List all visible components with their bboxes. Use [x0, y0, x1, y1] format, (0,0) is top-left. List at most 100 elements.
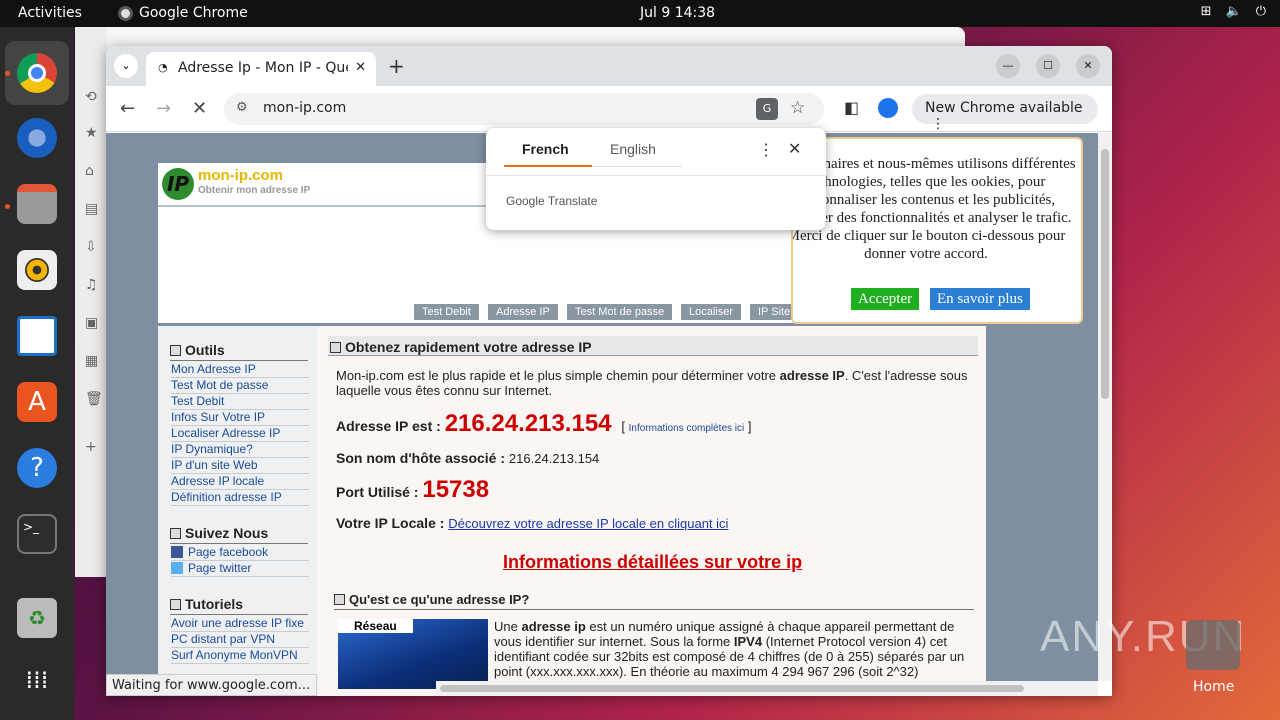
divider — [334, 609, 974, 610]
link-pc-distant-vpn[interactable]: PC distant par VPN — [171, 632, 309, 648]
app-center-icon: A — [17, 382, 57, 422]
link-surf-anonyme[interactable]: Surf Anonyme MonVPN — [171, 648, 309, 664]
ip-row: Adresse IP est : 216.24.213.154 [ Inform… — [336, 410, 752, 437]
home-icon: ⌂ — [85, 163, 94, 179]
app-menu[interactable]: Google Chrome — [118, 5, 248, 21]
link-ip-site-web[interactable]: IP d'un site Web — [171, 458, 309, 474]
dock-chrome[interactable] — [5, 41, 69, 105]
url-text[interactable]: mon-ip.com — [263, 100, 346, 116]
menu-test-debit[interactable]: Test Debit — [414, 304, 479, 320]
new-tab-button[interactable]: + — [388, 54, 405, 78]
tab-active[interactable]: ◔ Adresse Ip - Mon IP - Quel ✕ — [146, 52, 376, 86]
close-tab-icon[interactable]: ✕ — [355, 60, 366, 75]
link-ip-dynamique[interactable]: IP Dynamique? — [171, 442, 309, 458]
tab-english[interactable]: English — [610, 141, 656, 157]
learn-more-button[interactable]: En savoir plus — [930, 288, 1030, 310]
volume-icon: 🔈 — [1225, 4, 1242, 19]
ip-value: 216.24.213.154 — [444, 410, 612, 437]
dock-writer[interactable] — [13, 312, 61, 360]
chevron-down-icon: ⌄ — [121, 59, 131, 72]
menu-adresse-ip[interactable]: Adresse IP — [488, 304, 558, 320]
downloads-icon: ⇩ — [85, 239, 97, 255]
site-tagline: Obtenir mon adresse IP — [198, 185, 311, 196]
clock[interactable]: Jul 9 14:38 — [640, 5, 715, 21]
vertical-scrollbar[interactable] — [1098, 133, 1112, 681]
stop-button[interactable]: ✕ — [192, 98, 207, 119]
intro-text: Mon-ip.com est le plus rapide et le plus… — [336, 368, 968, 398]
menu-test-mot-de-passe[interactable]: Test Mot de passe — [567, 304, 673, 320]
minimize-button[interactable]: — — [996, 54, 1020, 78]
side-panel-icon[interactable]: ◧ — [844, 98, 859, 117]
ip-label: Adresse IP est : — [336, 418, 441, 434]
scroll-thumb[interactable] — [1101, 149, 1109, 399]
local-ip-link[interactable]: Découvrez votre adresse IP locale en cli… — [448, 516, 728, 531]
dock-terminal[interactable]: >_ — [13, 510, 61, 558]
dock-help[interactable]: ? — [13, 444, 61, 492]
network-icon: ⊞ — [1200, 4, 1212, 19]
link-mon-adresse-ip[interactable]: Mon Adresse IP — [171, 362, 309, 378]
status-bubble: Waiting for www.google.com... — [106, 674, 318, 696]
dock-thunderbird[interactable] — [13, 114, 61, 162]
address-bar[interactable]: ⚙ mon-ip.com G ☆ — [224, 93, 824, 125]
ip-info-link[interactable]: Informations complètes ici — [629, 423, 745, 434]
details-link[interactable]: Informations détaillées sur votre ip — [503, 552, 802, 573]
more-options-icon[interactable]: ⋮ — [758, 140, 774, 160]
divider — [170, 360, 308, 361]
accept-button[interactable]: Accepter — [851, 288, 920, 310]
scroll-thumb[interactable] — [440, 685, 1024, 692]
divider — [170, 543, 308, 544]
link-test-mot-de-passe[interactable]: Test Mot de passe — [171, 378, 309, 394]
back-button[interactable]: ← — [120, 98, 135, 119]
new-chrome-available-button[interactable]: New Chrome available ⋮ — [912, 94, 1098, 132]
chrome-icon — [17, 53, 57, 93]
dock-apps-grid[interactable]: ⁞⁞⁞ — [13, 656, 61, 704]
music-icon: ♫ — [85, 277, 98, 293]
trash-icon: ♻ — [17, 598, 57, 638]
tab-search-button[interactable]: ⌄ — [114, 54, 138, 78]
link-definition-ip[interactable]: Définition adresse IP — [171, 490, 309, 506]
home-folder-icon[interactable] — [1186, 620, 1240, 670]
ip-explanation: Une adresse ip est un numéro unique assi… — [494, 619, 965, 679]
local-ip-row: Votre IP Locale : Découvrez votre adress… — [336, 515, 728, 531]
videos-icon: ▦ — [85, 353, 99, 369]
running-indicator — [5, 204, 10, 209]
link-twitter[interactable]: Page twitter — [171, 561, 309, 577]
add-location-icon: + — [85, 439, 97, 455]
link-localiser-ip[interactable]: Localiser Adresse IP — [171, 426, 309, 442]
menu-localiser[interactable]: Localiser — [681, 304, 742, 320]
horizontal-scrollbar[interactable] — [436, 681, 1098, 696]
site-info-icon[interactable]: ⚙ — [236, 100, 248, 115]
recent-icon: ⟲ — [85, 89, 97, 105]
close-window-button[interactable]: ✕ — [1076, 54, 1100, 78]
link-test-debit[interactable]: Test Debit — [171, 394, 309, 410]
home-folder-label[interactable]: Home — [1193, 679, 1234, 695]
bookmark-star-icon[interactable]: ☆ — [790, 98, 805, 118]
local-ip-label: Votre IP Locale : — [336, 515, 445, 531]
activities-button[interactable]: Activities — [18, 5, 82, 21]
cookie-consent-popup: os partenaires et nous-mêmes utilisons d… — [791, 137, 1083, 324]
site-logo-icon[interactable]: IP — [162, 168, 194, 200]
link-ip-fixe[interactable]: Avoir une adresse IP fixe — [171, 616, 309, 632]
profile-avatar[interactable] — [878, 98, 898, 118]
starred-icon: ★ — [85, 125, 98, 141]
translate-icon[interactable]: G — [756, 98, 778, 120]
google-translate-brand: Google Translate — [506, 194, 598, 208]
dock-files[interactable] — [13, 180, 61, 228]
top-bar: Activities Google Chrome Jul 9 14:38 ⊞ 🔈… — [0, 0, 1280, 27]
close-icon[interactable]: ✕ — [788, 139, 801, 159]
forward-button[interactable]: → — [156, 98, 171, 119]
dock-app-center[interactable]: A — [13, 378, 61, 426]
link-adresse-ip-locale[interactable]: Adresse IP locale — [171, 474, 309, 490]
hostname-row: Son nom d'hôte associé : 216.24.213.154 — [336, 450, 599, 466]
tab-french[interactable]: French — [522, 141, 569, 157]
app-name: Google Chrome — [139, 5, 248, 21]
link-infos-ip[interactable]: Infos Sur Votre IP — [171, 410, 309, 426]
main-content: Obtenez rapidement votre adresse IP Mon-… — [318, 326, 986, 696]
port-label: Port Utilisé : — [336, 484, 419, 500]
link-facebook[interactable]: Page facebook — [171, 545, 309, 561]
system-tray[interactable]: ⊞ 🔈 ⏻ — [1201, 4, 1266, 19]
dock-trash[interactable]: ♻ — [13, 594, 61, 642]
maximize-button[interactable]: ☐ — [1036, 54, 1060, 78]
dock-rhythmbox[interactable] — [13, 246, 61, 294]
site-name[interactable]: mon-ip.com — [198, 167, 283, 184]
